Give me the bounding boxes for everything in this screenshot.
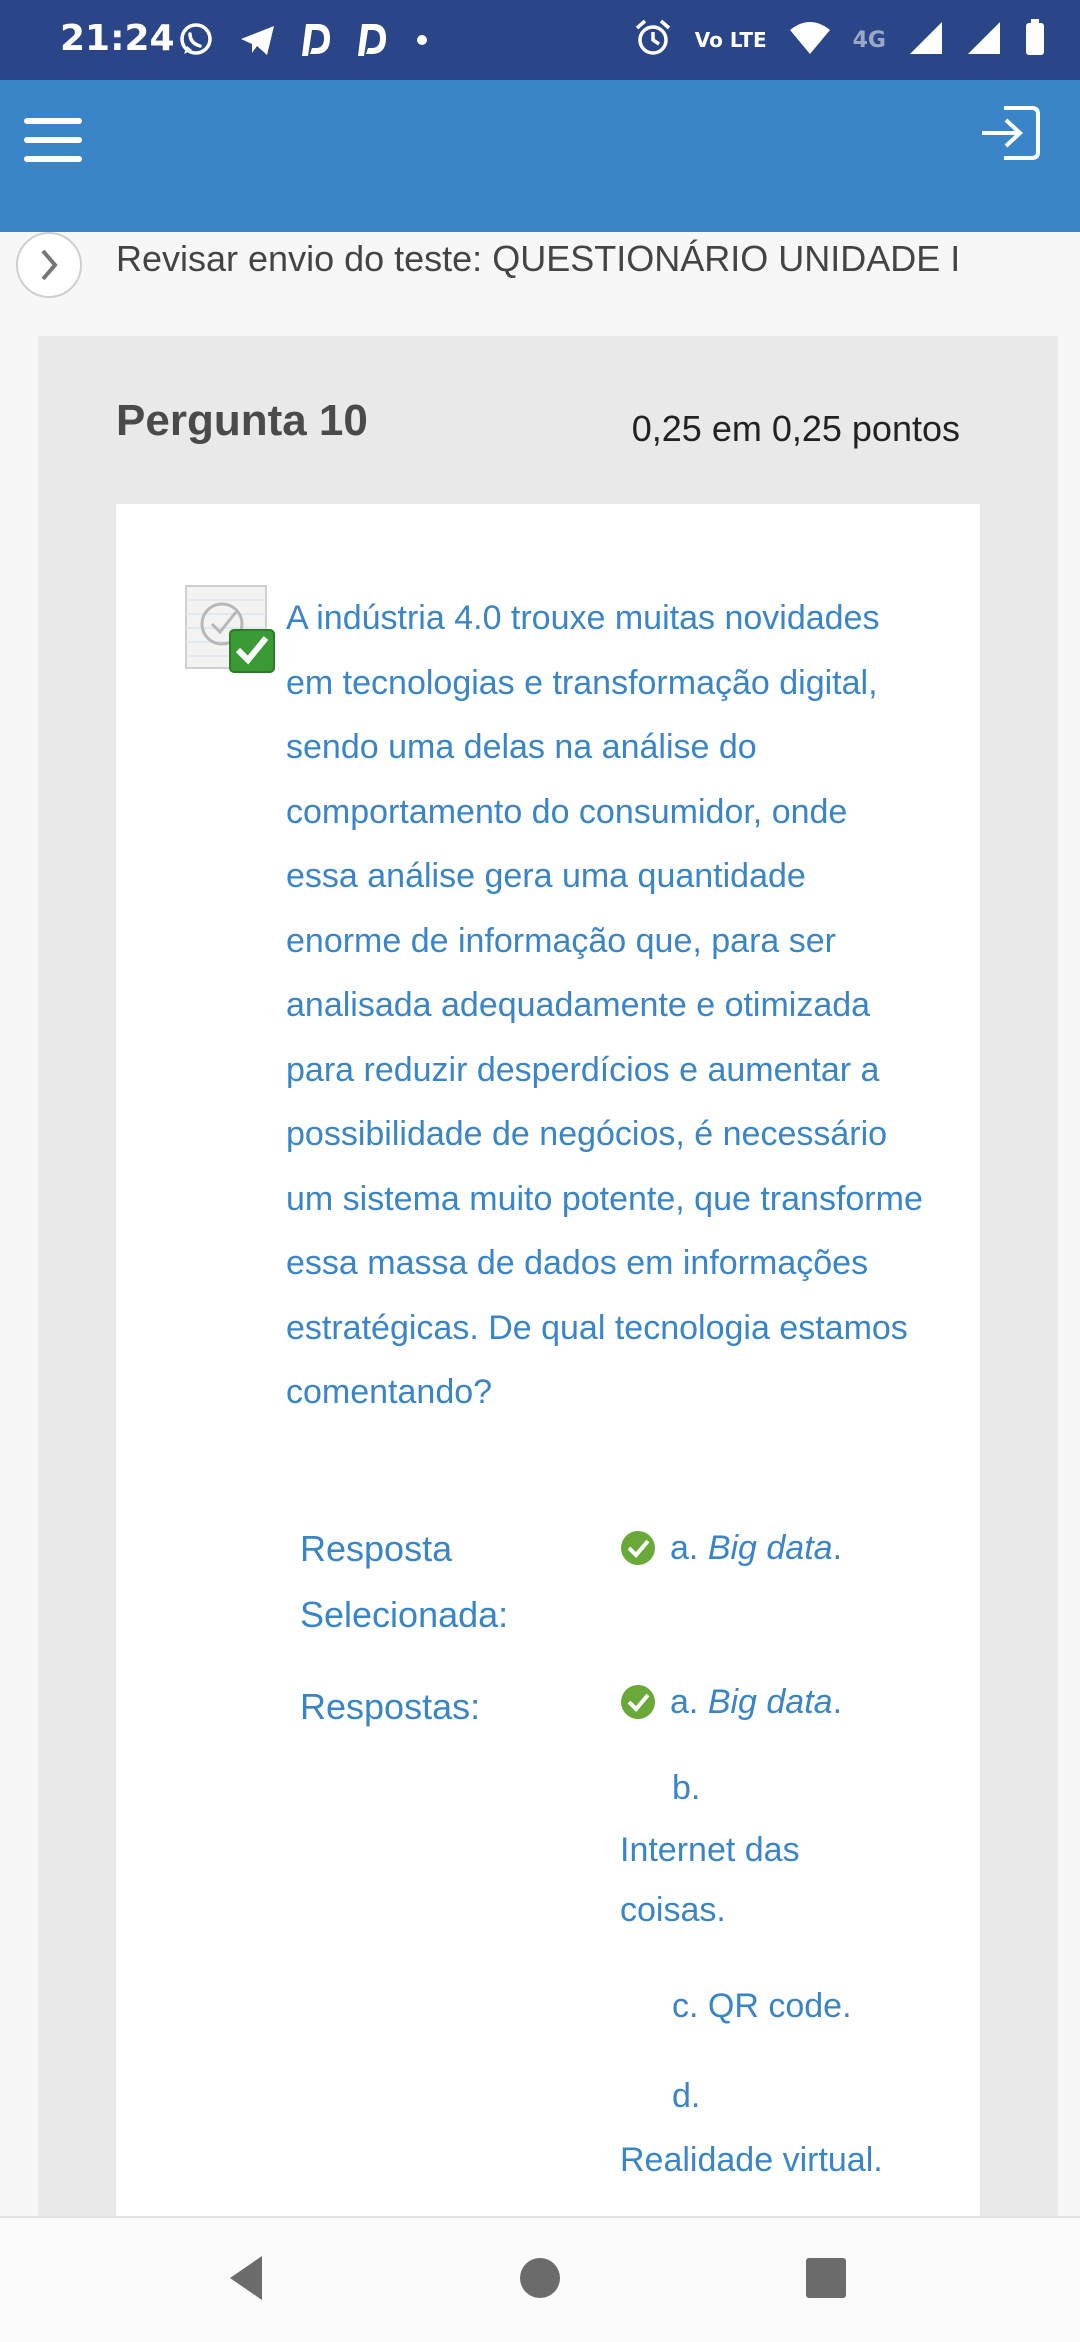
volte-icon: Vo LTE <box>694 28 767 52</box>
notification-icons <box>176 20 432 64</box>
exit-icon[interactable] <box>978 104 1042 162</box>
notification-dot-icon <box>412 20 432 64</box>
app-icon <box>356 20 390 64</box>
page-title: Revisar envio do teste: QUESTIONÁRIO UNI… <box>116 238 961 279</box>
battery-icon <box>1024 19 1046 61</box>
question-points: 0,25 em 0,25 pontos <box>631 408 960 449</box>
answer-option-a: a. Big data. <box>620 1672 842 1732</box>
selected-answer-label-line1: Resposta <box>300 1528 453 1569</box>
app-icon <box>300 20 334 64</box>
correct-answer-icon <box>184 584 278 676</box>
answers-label: Respostas: <box>300 1686 481 1727</box>
question-card: A indústria 4.0 trouxe muitas novidades … <box>116 504 980 2224</box>
selected-answer: a. Big data. <box>620 1518 842 1578</box>
option-text: QR code. <box>707 1987 852 2025</box>
hamburger-menu-icon[interactable] <box>24 118 82 162</box>
option-letter: c. <box>672 1987 699 2025</box>
app-header <box>0 80 1080 232</box>
question-text: A indústria 4.0 trouxe muitas novidades … <box>286 599 923 1411</box>
chevron-right-icon[interactable] <box>16 232 82 298</box>
breadcrumb: Revisar envio do teste: QUESTIONÁRIO UNI… <box>0 232 1080 332</box>
status-time: 21:24 <box>60 18 175 59</box>
system-nav-bar <box>0 2216 1080 2342</box>
telegram-icon <box>238 20 278 64</box>
back-triangle-icon[interactable] <box>226 2254 266 2306</box>
selected-answer-label: Resposta Selecionada: <box>300 1516 508 1648</box>
status-bar: 21:24 Vo LTE 4G <box>0 0 1080 80</box>
option-text: Big data <box>707 1682 833 1721</box>
selected-answer-text: Big data <box>707 1528 833 1567</box>
selected-answer-label-line2: Selecionada: <box>300 1594 509 1635</box>
question-panel: Pergunta 10 0,25 em 0,25 pontos A indúst… <box>38 336 1058 2224</box>
option-letter: b. <box>672 1769 701 1807</box>
check-circle-icon <box>621 1685 655 1719</box>
selected-answer-letter: a. <box>670 1528 699 1567</box>
answer-option-c: c. QR code. <box>672 1976 852 2036</box>
signal-icon <box>966 20 1002 60</box>
wifi-icon <box>789 20 831 60</box>
system-icons: Vo LTE 4G <box>633 18 1046 62</box>
whatsapp-icon <box>176 20 216 64</box>
signal-icon <box>908 20 944 60</box>
question-title: Pergunta 10 <box>116 396 368 445</box>
option-text: Realidade virtual. <box>620 2141 883 2179</box>
network-type-label: 4G <box>852 27 886 53</box>
option-letter: a. <box>670 1682 699 1721</box>
recent-apps-square-icon[interactable] <box>806 2258 846 2298</box>
home-circle-icon[interactable] <box>520 2258 560 2298</box>
option-letter: d. <box>672 2077 701 2115</box>
alarm-icon <box>633 18 673 62</box>
option-text: Internet das coisas. <box>620 1831 800 1929</box>
check-circle-icon <box>621 1531 655 1565</box>
